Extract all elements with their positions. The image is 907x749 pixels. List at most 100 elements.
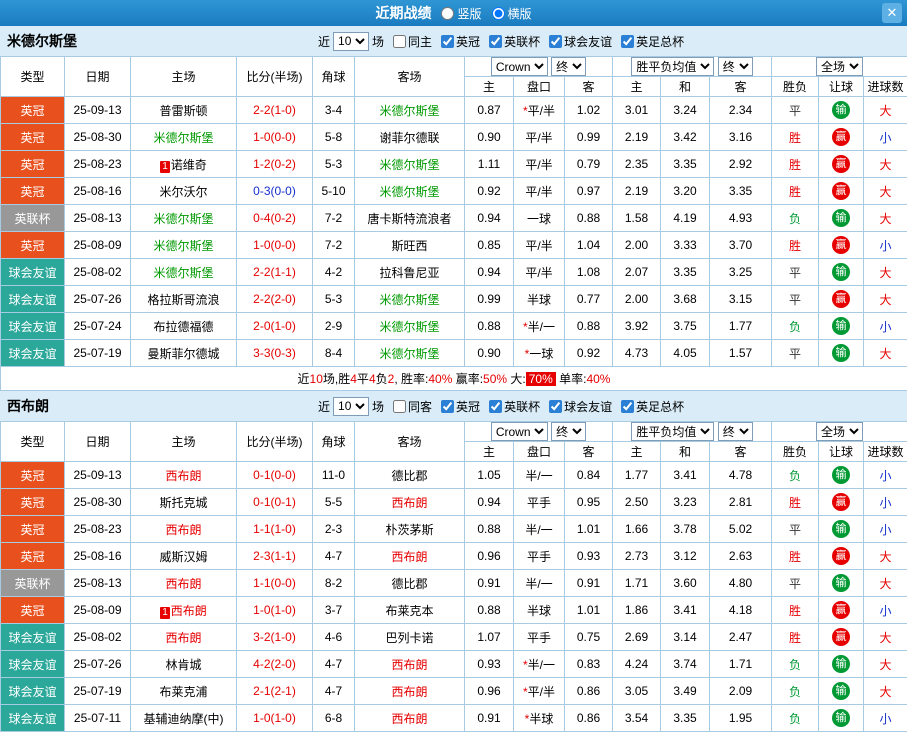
avg-final-select[interactable]: 终: [717, 57, 753, 76]
avg-draw: 3.42: [660, 123, 711, 151]
bookmaker-select[interactable]: Crown: [490, 57, 548, 76]
avg-draw: 3.23: [660, 488, 711, 516]
filter-league-0[interactable]: 英冠: [441, 398, 480, 415]
league-badge: 球会友谊: [0, 258, 65, 286]
avg-final-select[interactable]: 终: [717, 422, 753, 441]
filter-league-3[interactable]: 英足总杯: [621, 398, 684, 415]
avg-away: 3.16: [709, 123, 773, 151]
avg-home: 2.73: [612, 542, 662, 570]
summary-segment: 负: [375, 372, 388, 386]
layout-radio-horizontal[interactable]: [491, 6, 505, 20]
home-team: 曼斯菲尔德城: [130, 339, 237, 367]
same-venue-checkbox[interactable]: [393, 399, 407, 413]
odds-final-select[interactable]: 终: [551, 57, 587, 76]
avg-home: 3.05: [612, 677, 662, 705]
result-wdl: 胜: [771, 177, 820, 205]
league-checkbox-2[interactable]: [549, 34, 563, 48]
match-date: 25-08-30: [64, 488, 131, 516]
result-group-header: 全场: [771, 56, 907, 77]
league-badge: 英冠: [0, 150, 65, 178]
corner-count: 4-2: [312, 258, 355, 286]
filter-same-venue[interactable]: 同主: [393, 33, 432, 50]
odds-home: 0.90: [464, 339, 514, 367]
filter-league-2[interactable]: 球会友谊: [549, 398, 612, 415]
league-checkbox-1[interactable]: [489, 34, 503, 48]
sub-header-avg-home: 主: [612, 76, 662, 97]
away-team: 谢菲尔德联: [354, 123, 465, 151]
avg-away: 3.25: [709, 258, 773, 286]
close-button[interactable]: ✕: [882, 3, 902, 23]
layout-option-horizontal[interactable]: 横版: [491, 5, 532, 22]
match-row: 英联杯 25-08-13 米德尔斯堡 0-4(0-2) 7-2 唐卡斯特流浪者 0.94 一球…: [0, 204, 907, 232]
match-row: 英冠 25-09-13 西布朗 0-1(0-0) 11-0 德比郡 1.05 半/一 0.84 1…: [0, 461, 907, 489]
match-score: 0-3(0-0): [236, 177, 313, 205]
home-team: 布拉德福德: [130, 312, 237, 340]
league-badge: 球会友谊: [0, 339, 65, 367]
result-handicap: 输: [818, 312, 865, 340]
corner-count: 2-9: [312, 312, 355, 340]
summary-segment: 4: [368, 372, 376, 386]
match-row: 球会友谊 25-07-26 格拉斯哥流浪 2-2(2-0) 5-3 米德尔斯堡 0.99 半球…: [0, 285, 907, 313]
result-goals: 小: [863, 231, 907, 259]
same-venue-checkbox[interactable]: [393, 34, 407, 48]
avg-select[interactable]: 胜平负均值: [631, 57, 715, 76]
league-checkbox-2[interactable]: [549, 399, 563, 413]
match-row: 英冠 25-08-23 西布朗 1-1(1-0) 2-3 朴茨茅斯 0.88 半/一 1.01 1…: [0, 515, 907, 543]
sub-header-wdl: 胜负: [771, 76, 820, 97]
odds-handicap: 半/一: [513, 461, 565, 489]
league-checkbox-0[interactable]: [441, 34, 455, 48]
odds-final-select[interactable]: 终: [551, 422, 587, 441]
odds-handicap: *平/半: [513, 677, 565, 705]
odds-away: 0.83: [563, 650, 614, 678]
avg-home: 1.71: [612, 569, 662, 597]
avg-draw: 3.12: [660, 542, 711, 570]
match-count-select[interactable]: 10: [333, 396, 370, 416]
filter-league-2[interactable]: 球会友谊: [549, 33, 612, 50]
odds-away: 0.79: [563, 150, 614, 178]
avg-draw: 3.49: [660, 677, 711, 705]
match-score: 1-0(1-0): [236, 704, 313, 732]
odds-away: 0.92: [563, 339, 614, 367]
home-team: 威斯汉姆: [130, 542, 237, 570]
away-team: 巴列卡诺: [354, 623, 465, 651]
odds-away: 0.99: [563, 123, 614, 151]
layout-option-vertical[interactable]: 竖版: [441, 5, 482, 22]
filter-league-1[interactable]: 英联杯: [489, 398, 540, 415]
result-handicap: 输: [818, 704, 865, 732]
filter-league-3[interactable]: 英足总杯: [621, 33, 684, 50]
sub-header-goals: 进球数: [863, 441, 907, 462]
away-team: 唐卡斯特流浪者: [354, 204, 465, 232]
result-wdl: 负: [771, 704, 820, 732]
league-checkbox-3[interactable]: [621, 34, 635, 48]
layout-radio-vertical[interactable]: [441, 6, 455, 20]
league-checkbox-3[interactable]: [621, 399, 635, 413]
match-count-select[interactable]: 10: [333, 31, 370, 51]
fullmatch-select[interactable]: 全场: [816, 57, 864, 76]
filter-league-0[interactable]: 英冠: [441, 33, 480, 50]
filter-same-venue[interactable]: 同客: [393, 398, 432, 415]
col-header-corner: 角球: [312, 56, 355, 97]
corner-count: 4-7: [312, 542, 355, 570]
odds-home: 0.88: [464, 312, 514, 340]
match-score: 0-1(0-1): [236, 488, 313, 516]
bookmaker-select[interactable]: Crown: [490, 422, 548, 441]
sub-header-odds-away: 客: [563, 76, 614, 97]
col-header-away: 客场: [354, 421, 465, 462]
summary-segment: 大:: [507, 372, 526, 386]
result-handicap: 赢: [818, 623, 865, 651]
avg-home: 3.01: [612, 96, 662, 124]
handicap-result-badge: 输: [832, 709, 851, 727]
match-row: 球会友谊 25-07-24 布拉德福德 2-0(1-0) 2-9 米德尔斯堡 0.88 *半/…: [0, 312, 907, 340]
avg-home: 2.07: [612, 258, 662, 286]
result-goals: 小: [863, 123, 907, 151]
odds-away: 0.84: [563, 461, 614, 489]
summary-segment: 40%: [428, 372, 453, 386]
fullmatch-select[interactable]: 全场: [816, 422, 864, 441]
league-checkbox-0[interactable]: [441, 399, 455, 413]
avg-select[interactable]: 胜平负均值: [631, 422, 715, 441]
league-checkbox-1[interactable]: [489, 399, 503, 413]
avg-group-header: 胜平负均值 终: [612, 56, 773, 77]
handicap-result-badge: 输: [832, 520, 851, 538]
filter-league-1[interactable]: 英联杯: [489, 33, 540, 50]
avg-away: 1.77: [709, 312, 773, 340]
